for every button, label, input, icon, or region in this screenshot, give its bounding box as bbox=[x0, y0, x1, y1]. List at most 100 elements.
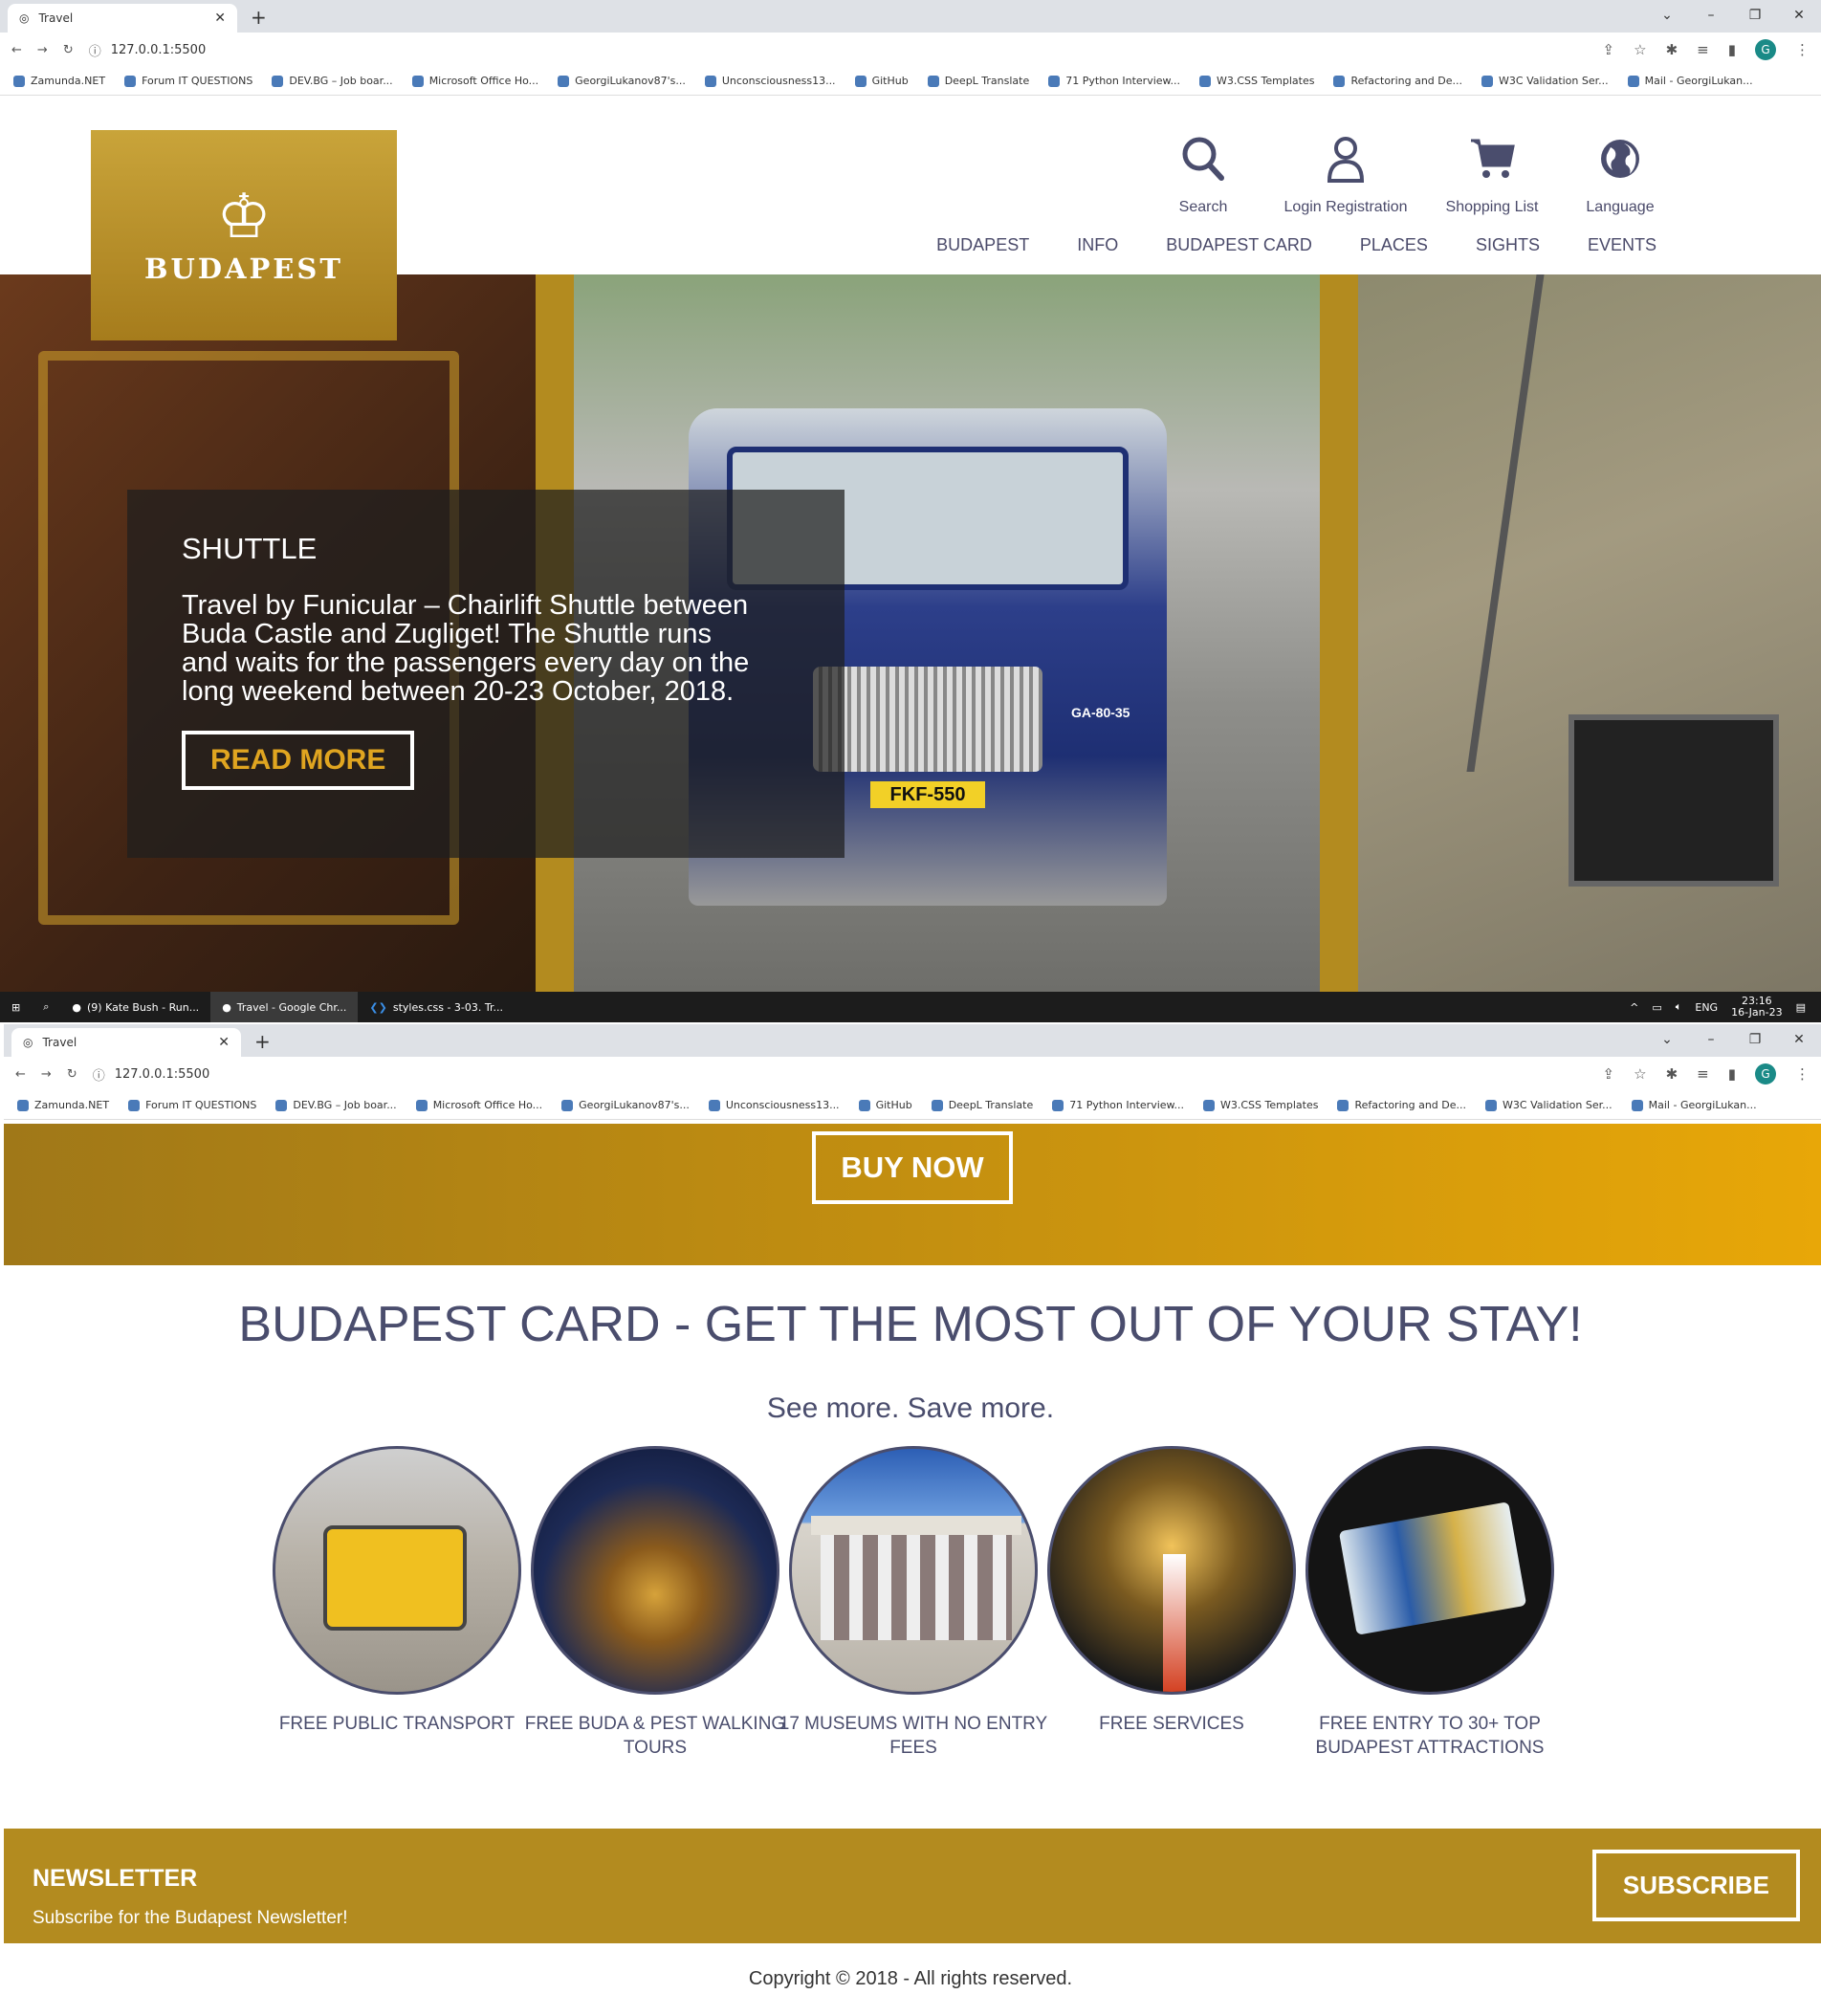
bookmark-item[interactable]: DeepL Translate bbox=[927, 75, 1029, 87]
minimize-button[interactable]: – bbox=[1689, 1024, 1733, 1057]
restore-button[interactable]: ❐ bbox=[1733, 0, 1777, 33]
bookmark-item[interactable]: DeepL Translate bbox=[931, 1099, 1033, 1111]
browser-tab[interactable]: ◎ Travel ✕ bbox=[8, 4, 237, 33]
new-tab-button[interactable]: + bbox=[251, 6, 267, 29]
close-tab-icon[interactable]: ✕ bbox=[214, 11, 226, 26]
avatar[interactable]: G bbox=[1755, 39, 1776, 60]
bookmark-item[interactable]: W3C Validation Ser... bbox=[1485, 1099, 1613, 1111]
notifications-icon[interactable]: ▤ bbox=[1796, 1001, 1806, 1014]
address-bar[interactable]: ⓘ 127.0.0.1:5500 bbox=[93, 1065, 1588, 1084]
bookmark-item[interactable]: W3.CSS Templates bbox=[1203, 1099, 1318, 1111]
star-icon[interactable]: ☆ bbox=[1634, 1065, 1646, 1083]
restore-button[interactable]: ❐ bbox=[1733, 1024, 1777, 1057]
star-icon[interactable]: ☆ bbox=[1634, 41, 1646, 58]
bookmark-icon bbox=[1052, 1099, 1064, 1111]
bookmarks-bar: Zamunda.NET Forum IT QUESTIONS DEV.BG – Jo… bbox=[4, 1091, 1821, 1120]
buy-now-button[interactable]: BUY NOW bbox=[812, 1131, 1013, 1204]
share-icon[interactable]: ⇪ bbox=[1603, 41, 1615, 58]
bookmark-item[interactable]: 71 Python Interview... bbox=[1052, 1099, 1184, 1111]
bookmark-item[interactable]: Refactoring and De... bbox=[1333, 75, 1462, 87]
menu-icon[interactable]: ⋮ bbox=[1795, 1065, 1810, 1083]
bookmark-item[interactable]: Mail - GeorgiLukan... bbox=[1631, 1099, 1757, 1111]
reading-list-icon[interactable]: ≡ bbox=[1697, 1065, 1709, 1083]
bookmark-item[interactable]: GitHub bbox=[858, 1099, 912, 1111]
bookmark-icon bbox=[708, 1099, 720, 1111]
extensions-icon[interactable]: ✱ bbox=[1666, 1065, 1678, 1083]
bookmark-item[interactable]: Unconsciousness13... bbox=[708, 1099, 840, 1111]
read-more-button[interactable]: READ MORE bbox=[182, 731, 415, 790]
bookmark-item[interactable]: Unconsciousness13... bbox=[704, 75, 836, 87]
windows-start-icon[interactable]: ⊞ bbox=[0, 992, 32, 1022]
header-login[interactable]: Login Registration bbox=[1264, 130, 1427, 216]
network-icon[interactable]: ▭ bbox=[1652, 1001, 1661, 1014]
bookmark-item[interactable]: Zamunda.NET bbox=[13, 75, 105, 87]
bookmark-item[interactable]: W3.CSS Templates bbox=[1199, 75, 1314, 87]
bookmark-item[interactable]: GeorgiLukanov87's... bbox=[558, 75, 686, 87]
language-indicator[interactable]: ENG bbox=[1695, 1001, 1718, 1014]
reload-icon[interactable]: ↻ bbox=[63, 43, 74, 57]
forward-icon[interactable]: → bbox=[37, 43, 48, 57]
back-icon[interactable]: ← bbox=[11, 43, 22, 57]
volume-icon[interactable]: 🔈︎ bbox=[1676, 1000, 1682, 1014]
feature-transport[interactable]: FREE PUBLIC TRANSPORT bbox=[273, 1446, 521, 1736]
bookmark-item[interactable]: DEV.BG – Job boar... bbox=[275, 1099, 397, 1111]
taskbar-item-chrome-music[interactable]: ● (9) Kate Bush - Run... bbox=[60, 992, 210, 1022]
nav-info[interactable]: INFO bbox=[1077, 235, 1118, 255]
feature-services[interactable]: FREE SERVICES bbox=[1047, 1446, 1296, 1736]
site-logo[interactable]: ♔ BUDAPEST bbox=[91, 130, 397, 340]
nav-budapest[interactable]: BUDAPEST bbox=[936, 235, 1029, 255]
nav-sights[interactable]: SIGHTS bbox=[1476, 235, 1540, 255]
bookmark-item[interactable]: DEV.BG – Job boar... bbox=[272, 75, 393, 87]
bookmark-item[interactable]: GitHub bbox=[854, 75, 909, 87]
feature-walking-tours[interactable]: FREE BUDA & PEST WALKING TOURS bbox=[525, 1446, 785, 1760]
taskbar-search-icon[interactable]: ⌕ bbox=[32, 992, 60, 1022]
nav-events[interactable]: EVENTS bbox=[1588, 235, 1656, 255]
tray-chevron-icon[interactable]: ^ bbox=[1630, 1001, 1638, 1014]
menu-icon[interactable]: ⋮ bbox=[1795, 41, 1810, 58]
bookmark-item[interactable]: Microsoft Office Ho... bbox=[415, 1099, 542, 1111]
taskbar-item-chrome-travel[interactable]: ● Travel - Google Chr... bbox=[210, 992, 359, 1022]
sidepanel-icon[interactable]: ▮ bbox=[1728, 1065, 1736, 1083]
user-icon bbox=[1327, 130, 1365, 187]
bookmark-item[interactable]: GeorgiLukanov87's... bbox=[561, 1099, 690, 1111]
feature-museums[interactable]: 17 MUSEUMS WITH NO ENTRY FEES bbox=[779, 1446, 1047, 1760]
bookmark-item[interactable]: Microsoft Office Ho... bbox=[411, 75, 538, 87]
bookmark-item[interactable]: Mail - GeorgiLukan... bbox=[1627, 75, 1753, 87]
minimize-button[interactable]: – bbox=[1689, 0, 1733, 33]
tram-image bbox=[273, 1446, 521, 1695]
nav-places[interactable]: PLACES bbox=[1360, 235, 1428, 255]
extensions-icon[interactable]: ✱ bbox=[1666, 41, 1678, 58]
taskbar-item-vscode[interactable]: ❮❯ styles.css - 3-03. Tr... bbox=[358, 992, 515, 1022]
reading-list-icon[interactable]: ≡ bbox=[1697, 41, 1709, 58]
header-language[interactable]: Language bbox=[1572, 130, 1668, 216]
avatar[interactable]: G bbox=[1755, 1063, 1776, 1085]
new-tab-button[interactable]: + bbox=[254, 1030, 271, 1053]
address-bar[interactable]: ⓘ 127.0.0.1:5500 bbox=[89, 41, 1588, 59]
sidepanel-icon[interactable]: ▮ bbox=[1728, 41, 1736, 58]
clock[interactable]: 23:16 16-Jan-23 bbox=[1731, 996, 1783, 1019]
browser-tab[interactable]: ◎ Travel ✕ bbox=[11, 1028, 241, 1057]
chevron-down-icon[interactable]: ⌄ bbox=[1645, 0, 1689, 33]
bookmark-label: DEV.BG – Job boar... bbox=[289, 75, 393, 87]
close-window-button[interactable]: ✕ bbox=[1777, 1024, 1821, 1057]
header-search[interactable]: Search bbox=[1165, 130, 1241, 216]
forward-icon[interactable]: → bbox=[41, 1067, 52, 1082]
bookmarks-bar: Zamunda.NET Forum IT QUESTIONS DEV.BG – Jo… bbox=[0, 67, 1821, 96]
bookmark-item[interactable]: Zamunda.NET bbox=[17, 1099, 109, 1111]
bookmark-item[interactable]: Refactoring and De... bbox=[1337, 1099, 1466, 1111]
chevron-down-icon[interactable]: ⌄ bbox=[1645, 1024, 1689, 1057]
close-tab-icon[interactable]: ✕ bbox=[218, 1035, 230, 1050]
nav-budapest-card[interactable]: BUDAPEST CARD bbox=[1166, 235, 1312, 255]
bookmark-item[interactable]: Forum IT QUESTIONS bbox=[128, 1099, 256, 1111]
bookmark-item[interactable]: W3C Validation Ser... bbox=[1481, 75, 1609, 87]
header-cart[interactable]: Shopping List bbox=[1439, 130, 1545, 216]
feature-attractions[interactable]: FREE ENTRY TO 30+ TOP BUDAPEST ATTRACTIO… bbox=[1305, 1446, 1554, 1760]
back-icon[interactable]: ← bbox=[15, 1067, 26, 1082]
bookmark-item[interactable]: Forum IT QUESTIONS bbox=[124, 75, 252, 87]
bookmark-icon bbox=[558, 75, 570, 87]
share-icon[interactable]: ⇪ bbox=[1603, 1065, 1615, 1083]
close-window-button[interactable]: ✕ bbox=[1777, 0, 1821, 33]
bookmark-item[interactable]: 71 Python Interview... bbox=[1048, 75, 1180, 87]
reload-icon[interactable]: ↻ bbox=[67, 1067, 77, 1082]
subscribe-button[interactable]: SUBSCRIBE bbox=[1591, 1850, 1800, 1921]
